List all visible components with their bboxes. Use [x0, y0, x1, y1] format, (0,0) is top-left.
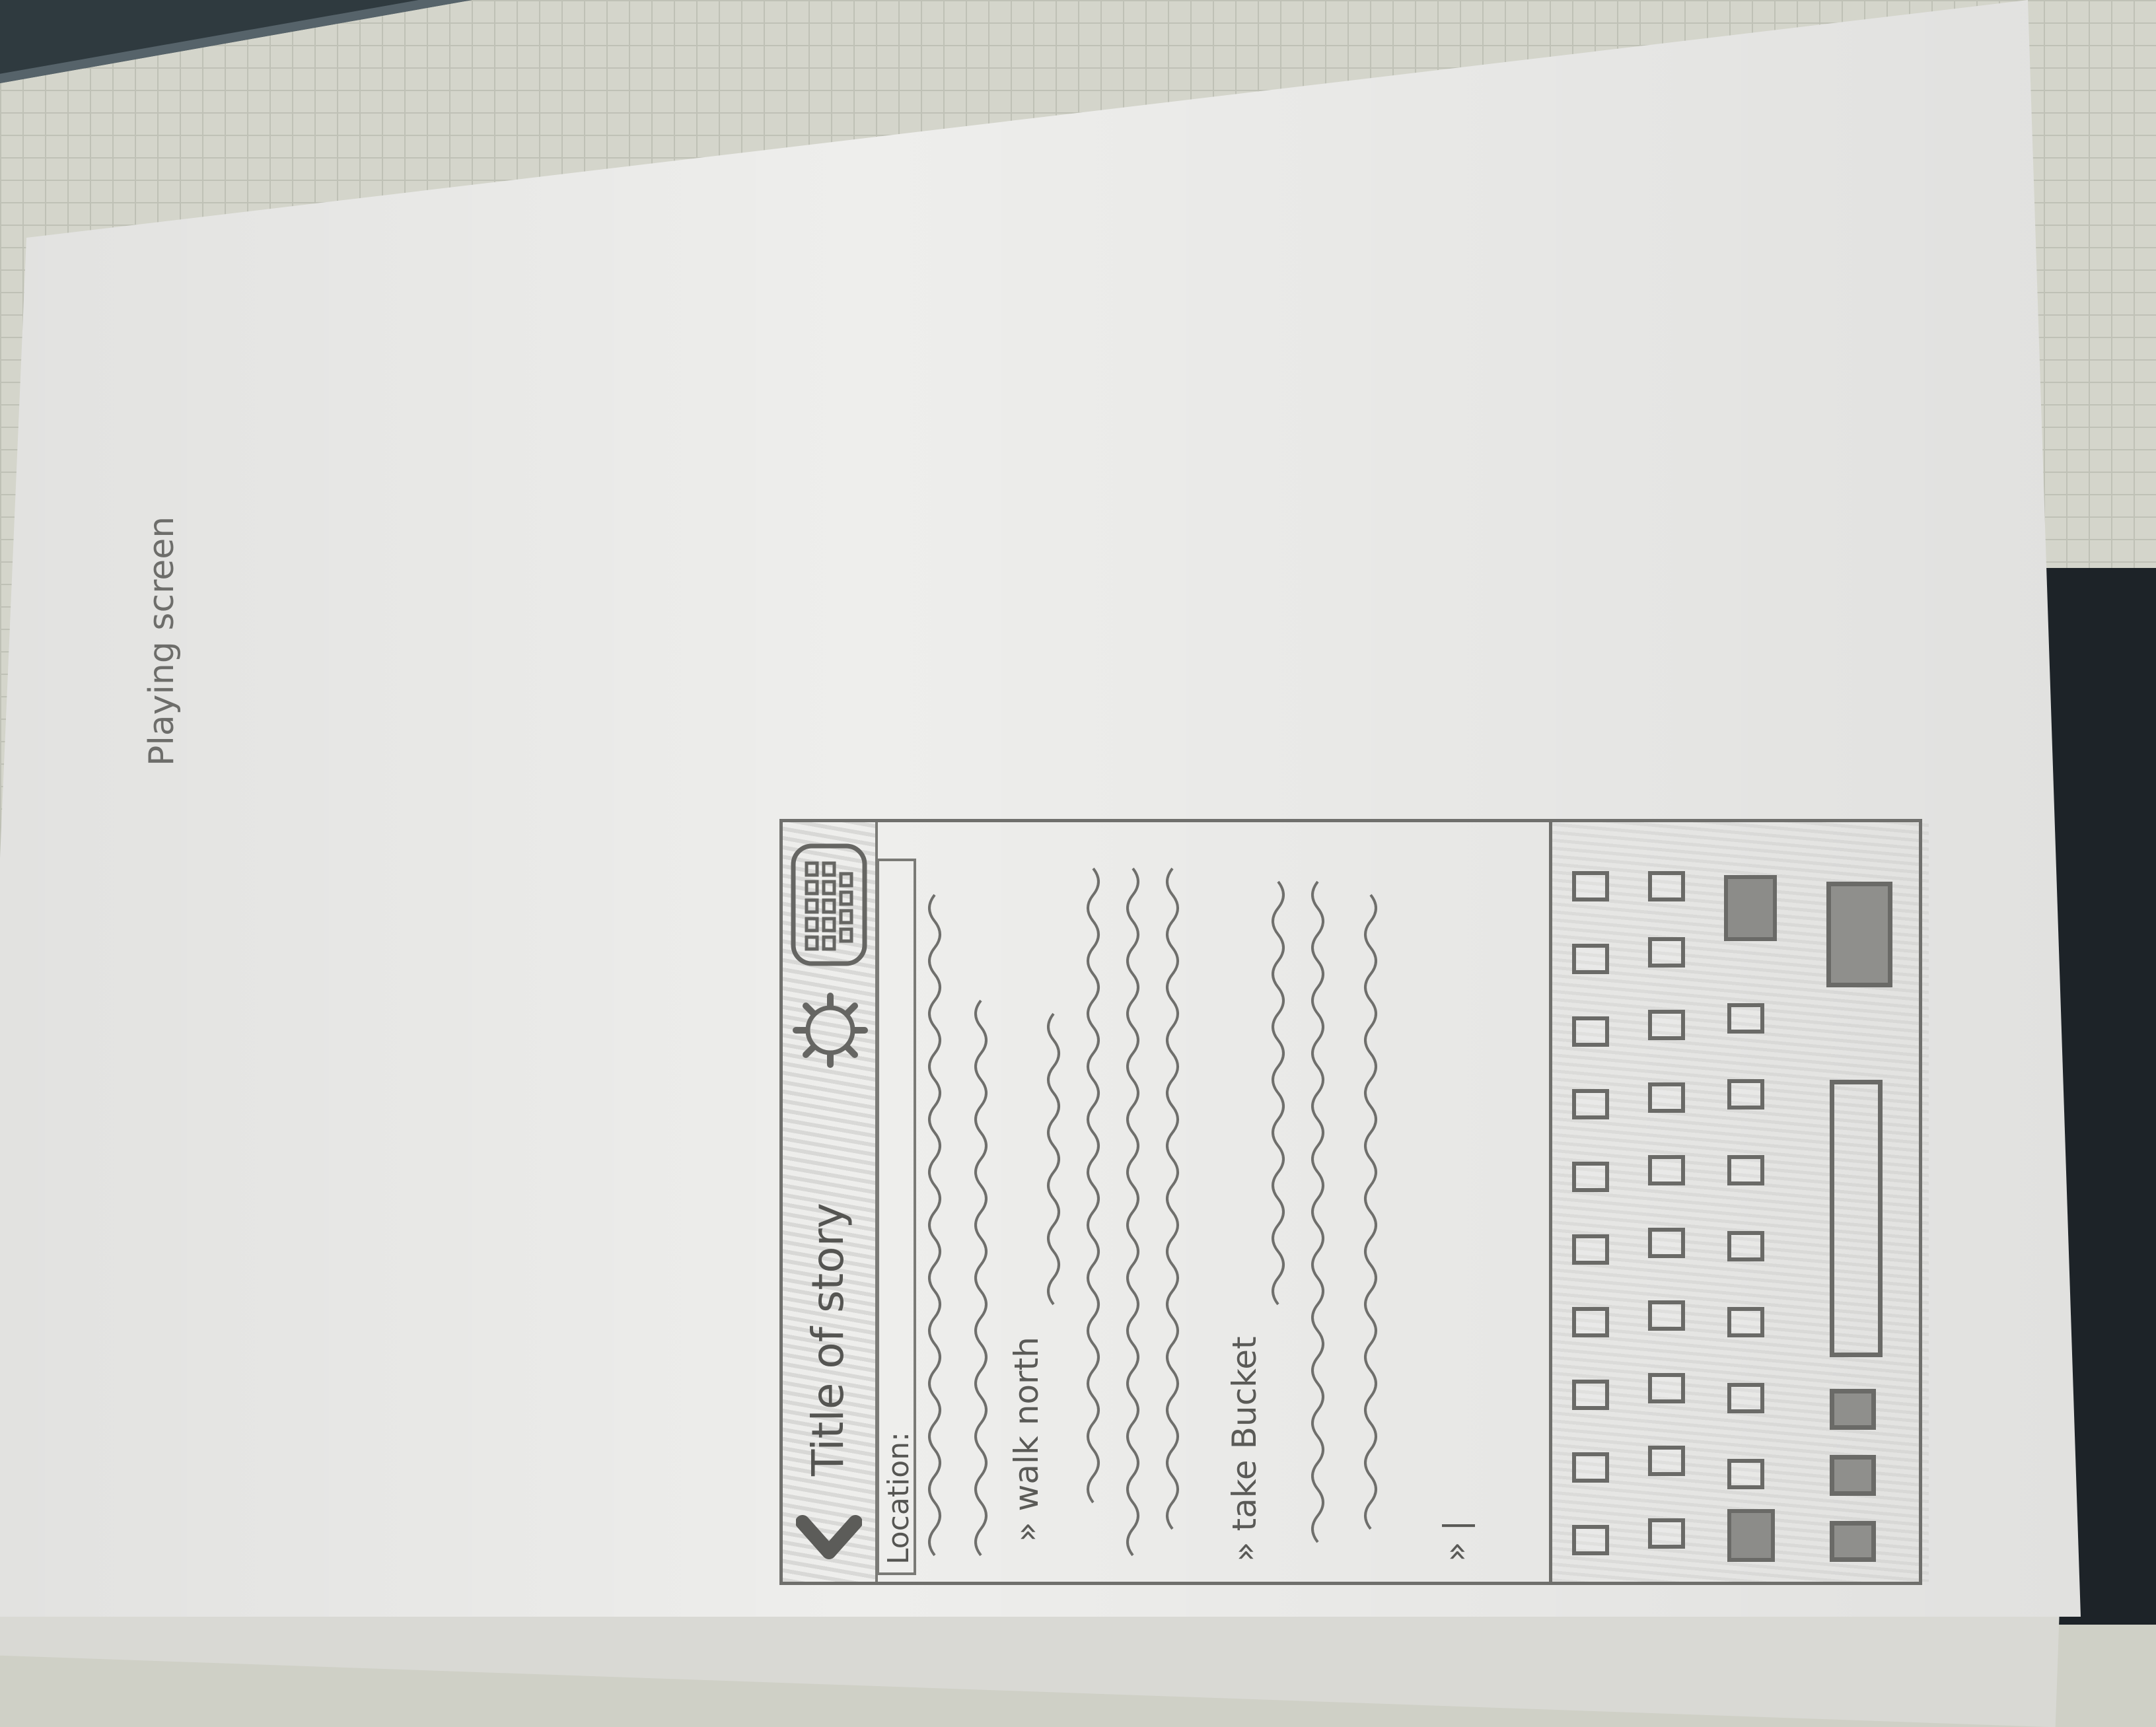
special-key[interactable] — [1830, 1389, 1876, 1430]
command-prefix: » — [1007, 1522, 1046, 1542]
location-label: Location: — [882, 1432, 916, 1565]
keyboard-key[interactable] — [1572, 1452, 1609, 1483]
keyboard-key[interactable] — [1572, 1234, 1609, 1265]
keyboard-key[interactable] — [1648, 937, 1685, 968]
keyboard-key[interactable] — [1727, 1079, 1764, 1110]
keyboard-key[interactable] — [1727, 1459, 1764, 1489]
command-line-1: » walk north — [1007, 1337, 1046, 1542]
keyboard-key[interactable] — [1648, 1300, 1685, 1331]
keyboard-key[interactable] — [1648, 1228, 1685, 1258]
keyboard-key[interactable] — [1572, 871, 1609, 901]
command-text: walk north — [1007, 1337, 1046, 1512]
spacebar[interactable] — [1830, 1080, 1883, 1357]
keyboard-key[interactable] — [1572, 1016, 1609, 1047]
keyboard-key[interactable] — [1727, 1231, 1764, 1261]
keyboard-key[interactable] — [1727, 1003, 1764, 1034]
keyboard-key[interactable] — [1727, 1155, 1764, 1185]
keyboard-key[interactable] — [1648, 1082, 1685, 1113]
special-key[interactable] — [1830, 1521, 1876, 1562]
phone-wireframe: Title of story Location: » walk north » … — [779, 816, 1929, 1585]
gear-icon[interactable] — [791, 991, 870, 1070]
enter-key[interactable] — [1826, 882, 1892, 987]
keyboard-key[interactable] — [1572, 1089, 1609, 1119]
keyboard-key[interactable] — [1572, 944, 1609, 974]
backspace-key[interactable] — [1724, 875, 1777, 941]
shift-key[interactable] — [1727, 1509, 1775, 1562]
story-title: Title of story — [803, 1203, 853, 1476]
command-input-line[interactable]: » | — [1437, 1520, 1475, 1562]
keyboard-key[interactable] — [1648, 871, 1685, 901]
keyboard-key[interactable] — [1648, 1010, 1685, 1040]
keyboard-key[interactable] — [1572, 1380, 1609, 1410]
command-line-2: » take Bucket — [1225, 1336, 1264, 1562]
command-prefix: » — [1437, 1541, 1475, 1562]
keyboard-icon[interactable] — [788, 842, 871, 968]
story-text-area: » walk north » take Bucket » | — [921, 816, 1556, 1582]
special-key[interactable] — [1830, 1455, 1876, 1496]
keyboard-key[interactable] — [1727, 1383, 1764, 1413]
keyboard-key[interactable] — [1572, 1525, 1609, 1555]
keyboard-key[interactable] — [1648, 1446, 1685, 1476]
text-cursor: | — [1437, 1520, 1475, 1532]
on-screen-keyboard — [1549, 822, 1929, 1582]
keyboard-key[interactable] — [1572, 1307, 1609, 1337]
keyboard-key[interactable] — [1648, 1518, 1685, 1549]
title-bar: Title of story — [783, 822, 878, 1582]
keyboard-key[interactable] — [1648, 1373, 1685, 1403]
back-arrow-icon[interactable] — [796, 1496, 862, 1568]
sketch-heading: Playing screen — [142, 516, 182, 766]
command-text: take Bucket — [1225, 1336, 1264, 1532]
keyboard-key[interactable] — [1648, 1155, 1685, 1185]
phone-frame: Title of story Location: » walk north » … — [779, 816, 1929, 1585]
keyboard-key[interactable] — [1727, 1307, 1764, 1337]
command-prefix: » — [1225, 1541, 1264, 1562]
keyboard-key[interactable] — [1572, 1162, 1609, 1192]
